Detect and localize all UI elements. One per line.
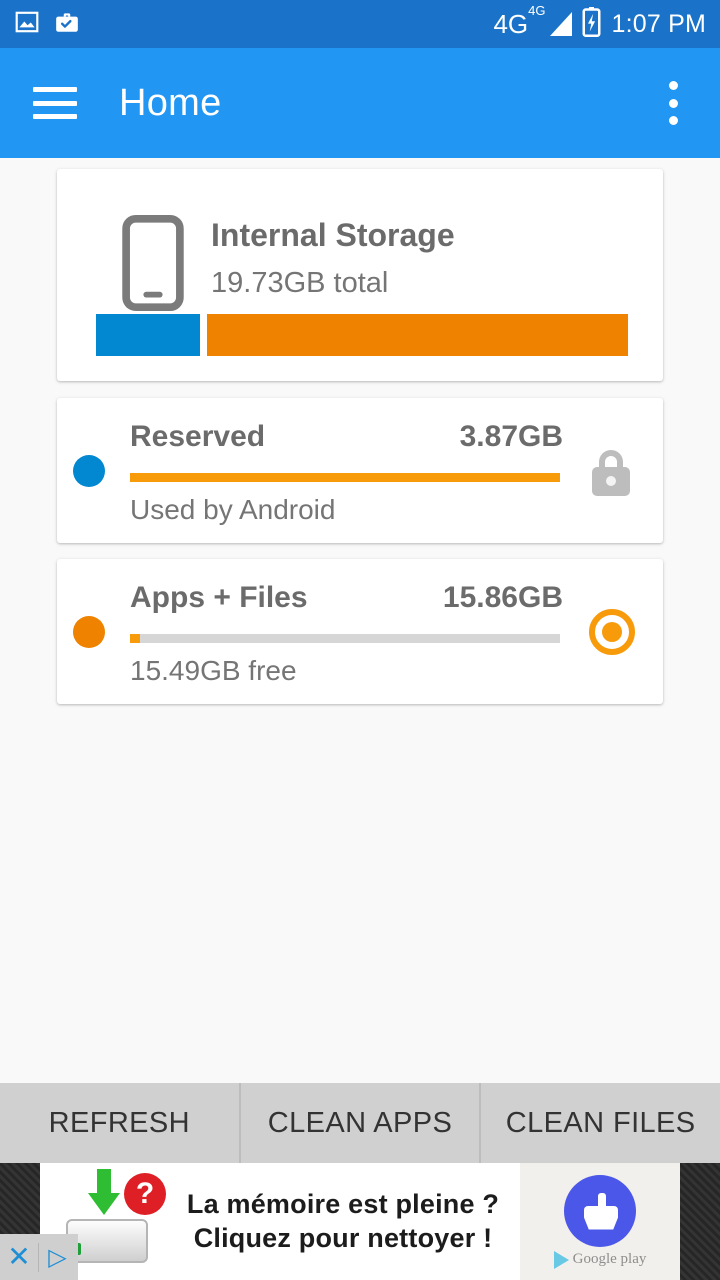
legend-dot-reserved bbox=[73, 455, 105, 487]
row-subtitle-apps-files: 15.49GB free bbox=[130, 655, 297, 686]
row-size-apps-files: 15.86GB bbox=[442, 581, 563, 614]
storage-segment-apps-files bbox=[206, 314, 628, 356]
clean-apps-button[interactable]: CLEAN APPS bbox=[238, 1083, 480, 1163]
page-title: Home bbox=[119, 81, 222, 124]
action-button-bar: REFRESH CLEAN APPS CLEAN FILES bbox=[0, 1083, 720, 1163]
row-subtitle-reserved: Used by Android bbox=[130, 494, 336, 525]
google-play-badge: Google play bbox=[553, 1250, 647, 1269]
content-area: Internal Storage 19.73GB total Reserved … bbox=[0, 158, 720, 1083]
ad-headline: La mémoire est pleine ? bbox=[186, 1189, 500, 1220]
overflow-menu-icon[interactable] bbox=[656, 81, 690, 125]
radio-selected-icon[interactable] bbox=[589, 609, 637, 657]
image-icon bbox=[14, 9, 40, 40]
lock-icon bbox=[589, 448, 637, 496]
broom-icon bbox=[564, 1174, 636, 1247]
question-mark-badge: ? bbox=[124, 1172, 166, 1215]
network-type-label: 4G4G bbox=[493, 3, 546, 39]
row-title-reserved: Reserved bbox=[130, 420, 266, 453]
app-bar: Home bbox=[0, 48, 720, 158]
refresh-button[interactable]: REFRESH bbox=[0, 1083, 239, 1163]
row-title-apps-files: Apps + Files bbox=[130, 581, 308, 614]
storage-segmented-bar bbox=[96, 314, 628, 356]
battery-charging-icon bbox=[581, 6, 602, 42]
row-size-reserved: 3.87GB bbox=[459, 420, 563, 453]
status-bar: 4G4G 1:07 PM bbox=[0, 0, 720, 48]
row-progress-track-apps-files bbox=[130, 634, 560, 643]
smartphone-icon bbox=[122, 215, 184, 316]
hamburger-menu-icon[interactable] bbox=[33, 87, 77, 119]
storage-title: Internal Storage bbox=[211, 217, 455, 253]
google-play-label: Google play bbox=[572, 1251, 647, 1267]
briefcase-check-icon bbox=[54, 9, 80, 40]
google-play-icon bbox=[553, 1250, 569, 1269]
ad-banner[interactable]: ? La mémoire est pleine ? Cliquez pour n… bbox=[0, 1163, 720, 1280]
legend-dot-apps-files bbox=[73, 616, 105, 648]
row-progress-track-reserved bbox=[130, 473, 560, 482]
status-bar-system-icons: 4G4G 1:07 PM bbox=[493, 3, 706, 42]
clock-label: 1:07 PM bbox=[611, 9, 706, 38]
storage-row-apps-files[interactable]: Apps + Files 15.86GB 15.49GB free bbox=[57, 559, 663, 704]
ad-text: La mémoire est pleine ? Cliquez pour net… bbox=[166, 1188, 520, 1255]
ad-content[interactable]: ? La mémoire est pleine ? Cliquez pour n… bbox=[40, 1163, 680, 1280]
row-progress-fill-apps-files bbox=[130, 634, 140, 643]
status-bar-notification-icons bbox=[14, 9, 80, 40]
ad-call-to-action[interactable]: Google play bbox=[520, 1163, 680, 1280]
signal-bars-icon bbox=[550, 12, 573, 36]
storage-segment-reserved bbox=[96, 314, 201, 356]
storage-subtitle: 19.73GB total bbox=[211, 267, 389, 299]
storage-row-reserved[interactable]: Reserved 3.87GB Used by Android bbox=[57, 398, 663, 543]
row-progress-fill-reserved bbox=[130, 473, 560, 482]
app-root: 4G4G 1:07 PM Home Internal Storage 19.73… bbox=[0, 0, 720, 1280]
ad-controls[interactable]: ✕ ▷ bbox=[0, 1234, 78, 1280]
ad-subline: Cliquez pour nettoyer ! bbox=[193, 1222, 493, 1253]
internal-storage-card[interactable]: Internal Storage 19.73GB total bbox=[57, 169, 663, 381]
adchoices-icon[interactable]: ▷ bbox=[38, 1242, 76, 1272]
close-icon[interactable]: ✕ bbox=[0, 1243, 38, 1271]
clean-files-button[interactable]: CLEAN FILES bbox=[479, 1083, 720, 1163]
